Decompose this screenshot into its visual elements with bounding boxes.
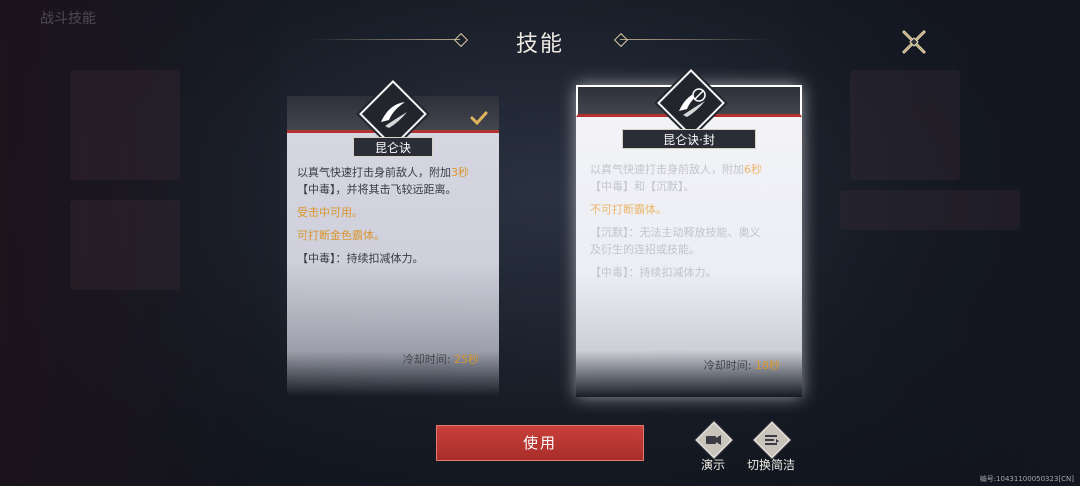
skill-description: 以真气快速打击身前敌人，附加3秒【中毒】，并将其击飞较远距离。 受击中可用。 可… — [297, 164, 493, 273]
desc-text: 【中毒】和【沉默】。 — [590, 180, 695, 193]
build-id: 编号:10431100050323[CN] — [979, 475, 1074, 483]
cooldown: 冷却时间: 25秒 — [403, 351, 479, 367]
close-x-icon — [902, 30, 926, 54]
desc-condition: 不可打断霸体。 — [590, 203, 667, 216]
cooldown-value: 25秒 — [454, 353, 479, 366]
title-ornament-right — [613, 32, 629, 48]
skill-name: 昆仑诀 — [353, 137, 433, 157]
desc-duration: 6秒 — [744, 163, 762, 176]
switch-label: 切换简洁 — [746, 458, 795, 472]
switch-compact-button[interactable]: 切换简洁 — [747, 421, 802, 476]
video-camera-icon — [706, 435, 721, 445]
skill-description: 以真气快速打击身前敌人，附加6秒【中毒】和【沉默】。 不可打断霸体。 【沉默】：… — [590, 161, 796, 287]
skill-card-kunlun[interactable]: 昆仑诀 以真气快速打击身前敌人，附加3秒【中毒】，并将其击飞较远距离。 受击中可… — [287, 80, 499, 396]
cooldown-label: 冷却时间: — [402, 353, 451, 366]
skill-slash-emblem-icon — [381, 102, 407, 128]
desc-effect: 【沉默】：无法主动释放技能、奥义 — [590, 226, 761, 239]
skill-slash-emblem-icon — [679, 88, 706, 117]
close-button[interactable] — [898, 26, 930, 58]
use-button[interactable]: 使用 — [436, 425, 644, 461]
desc-effect: 【中毒】：持续扣减体力。 — [590, 266, 717, 279]
background-block — [840, 190, 1020, 230]
desc-effect: 【中毒】：持续扣减体力。 — [297, 252, 424, 265]
cooldown-label: 冷却时间: — [703, 359, 752, 372]
skill-name: 昆仑诀·封 — [622, 129, 756, 149]
desc-text: 以真气快速打击身前敌人，附加 — [590, 163, 744, 176]
desc-duration: 3秒 — [451, 166, 469, 179]
checkmark-icon — [470, 111, 488, 125]
list-icon — [765, 435, 779, 445]
skill-card-kunlun-seal[interactable]: 昆仑诀·封 以真气快速打击身前敌人，附加6秒【中毒】和【沉默】。 不可打断霸体。… — [576, 69, 802, 397]
cooldown-value: 18秒 — [755, 359, 780, 372]
page-title: 技能 — [515, 32, 564, 57]
title-line-left — [310, 39, 460, 40]
cooldown: 冷却时间: 18秒 — [704, 357, 780, 373]
desc-condition: 受击中可用。 — [297, 206, 363, 219]
background-block — [70, 200, 180, 290]
desc-text: 【中毒】，并将其击飞较远距离。 — [297, 183, 457, 196]
desc-text: 以真气快速打击身前敌人，附加 — [297, 166, 451, 179]
background-tab-label: 战斗技能 — [40, 11, 96, 27]
desc-effect: 及衍生的连招或技能。 — [590, 243, 700, 256]
desc-condition: 可打断金色霸体。 — [297, 229, 385, 242]
background-block — [850, 70, 960, 180]
background-block — [70, 70, 180, 180]
title-ornament-left — [453, 32, 469, 48]
title-line-right — [620, 39, 770, 40]
